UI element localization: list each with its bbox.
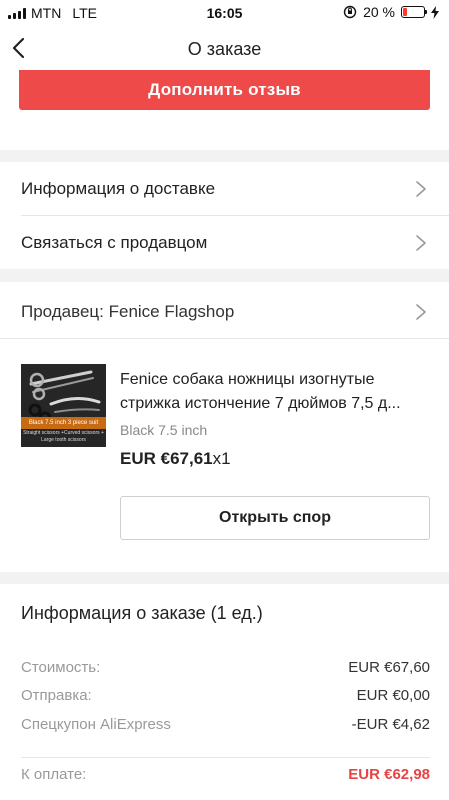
total-value: EUR €62,98 <box>348 766 430 783</box>
cost-value: EUR €67,60 <box>348 659 430 676</box>
product-price: EUR €67,61x1 <box>120 449 231 469</box>
battery-percent: 20 % <box>363 4 395 20</box>
status-right: 20 % <box>343 4 439 20</box>
seller-section: Продавец: Fenice Flagshop Black 7.5 inch… <box>0 282 449 572</box>
delivery-info-label: Информация о доставке <box>21 179 216 198</box>
product-image-caption: Straight scissors +Curved scissors + Lar… <box>23 430 104 443</box>
charging-bolt-icon <box>431 5 439 19</box>
product-image-banner: Black 7.5 inch 3 piece suit <box>21 417 106 429</box>
delivery-info-link[interactable]: Информация о доставке <box>0 162 449 215</box>
coupon-row: Спецкупон AliExpress -EUR €4,62 <box>21 716 430 738</box>
open-dispute-button[interactable]: Открыть спор <box>120 496 430 540</box>
total-label: К оплате: <box>21 766 87 783</box>
shipping-label: Отправка: <box>21 687 92 704</box>
seller-link[interactable]: Продавец: Fenice Flagshop <box>0 282 449 338</box>
coupon-label: Спецкупон AliExpress <box>21 716 171 733</box>
product-title[interactable]: Fenice собака ножницы изогнутые стрижка … <box>120 368 430 416</box>
order-info-heading: Информация о заказе (1 ед.) <box>21 603 263 623</box>
divider <box>21 757 430 758</box>
coupon-value: -EUR €4,62 <box>351 716 430 733</box>
add-review-button[interactable]: Дополнить отзыв <box>19 70 430 110</box>
chevron-right-icon <box>416 304 426 320</box>
product-image[interactable]: Black 7.5 inch 3 piece suit Straight sci… <box>21 364 106 447</box>
divider <box>0 338 449 339</box>
review-section: Дополнить отзыв <box>0 70 449 150</box>
order-info-section: Информация о заказе (1 ед.) Стоимость: E… <box>0 584 449 800</box>
contact-seller-label: Связаться с продавцом <box>21 233 208 252</box>
cost-row: Стоимость: EUR €67,60 <box>21 659 430 681</box>
status-bar: MTN LTE 16:05 20 % <box>0 0 449 26</box>
nav-bar: О заказе <box>0 26 449 70</box>
chevron-right-icon <box>416 235 426 251</box>
quantity: x1 <box>212 449 231 468</box>
cost-label: Стоимость: <box>21 659 101 676</box>
product-variant: Black 7.5 inch <box>120 422 208 438</box>
total-row: К оплате: EUR €62,98 <box>21 766 430 788</box>
orientation-lock-icon <box>343 5 357 19</box>
shipping-row: Отправка: EUR €0,00 <box>21 687 430 709</box>
price-value: EUR €67,61 <box>120 449 213 468</box>
shipping-value: EUR €0,00 <box>356 687 430 704</box>
chevron-right-icon <box>416 181 426 197</box>
order-links: Информация о доставке Связаться с продав… <box>0 162 449 269</box>
seller-name: Продавец: Fenice Flagshop <box>21 302 235 321</box>
contact-seller-link[interactable]: Связаться с продавцом <box>0 216 449 269</box>
battery-level <box>403 8 407 16</box>
page-title: О заказе <box>187 39 262 59</box>
battery-icon <box>401 6 427 18</box>
